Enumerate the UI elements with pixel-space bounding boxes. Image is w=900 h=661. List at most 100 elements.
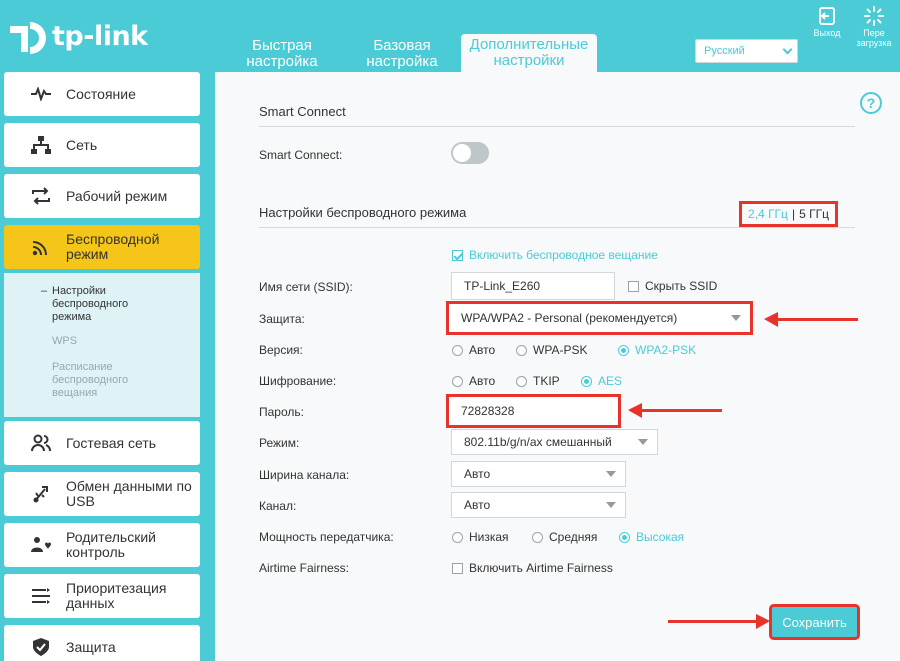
main-panel: ? Smart Connect Smart Connect: Настройки…	[215, 72, 900, 661]
language-value: Русский	[704, 45, 745, 57]
header: tp-link Быстрая настройка Базовая настро…	[0, 0, 900, 72]
sidebar-item-label: Гостевая сеть	[66, 434, 157, 451]
radio-dot	[581, 375, 592, 387]
logout-icon	[819, 7, 835, 25]
tx-power-option-low[interactable]: Низкая	[452, 530, 532, 544]
encryption-radio-group: Авто TKIP AES	[452, 374, 622, 388]
radio-dot	[452, 531, 463, 543]
sidebar-item-operation-mode[interactable]: Рабочий режим	[4, 174, 200, 218]
sidebar-item-label: Сеть	[66, 136, 98, 153]
tab-basic[interactable]: Базовая настройка	[352, 36, 452, 72]
help-icon[interactable]: ?	[860, 92, 882, 114]
encryption-option-aes[interactable]: AES	[581, 374, 622, 388]
channel-width-select[interactable]: Авто	[451, 461, 626, 487]
hide-ssid-checkbox[interactable]: Скрыть SSID	[628, 279, 717, 293]
sidebar-item-label: Обмен данными по USB	[66, 478, 192, 509]
section-divider	[259, 126, 855, 127]
radio-dot	[532, 531, 543, 543]
annotation-arrow-save	[668, 614, 770, 629]
band-24ghz-tab[interactable]: 2,4 ГГц	[748, 207, 788, 221]
tx-power-option-medium[interactable]: Средняя	[532, 530, 619, 544]
logout-label: Выход	[813, 28, 841, 38]
shield-icon	[30, 636, 52, 658]
security-label: Защита:	[259, 312, 305, 326]
radio-label: TKIP	[533, 374, 560, 388]
dropdown-arrow-icon	[731, 315, 741, 321]
sidebar-item-usb[interactable]: Обмен данными по USB	[4, 472, 200, 516]
tp-link-logo[interactable]: tp-link	[6, 16, 156, 56]
airtime-fairness-checkbox[interactable]: Включить Airtime Fairness	[452, 561, 613, 575]
encryption-option-auto[interactable]: Авто	[452, 374, 516, 388]
submenu-wps[interactable]: WPS	[52, 335, 77, 348]
encryption-option-tkip[interactable]: TKIP	[516, 374, 581, 388]
version-label: Версия:	[259, 343, 303, 357]
password-input[interactable]: 72828328	[446, 394, 621, 428]
airtime-option-label: Включить Airtime Fairness	[469, 561, 613, 575]
tx-power-option-high[interactable]: Высокая	[619, 530, 684, 544]
sidebar-item-wireless[interactable]: Беспроводной режим	[4, 225, 200, 269]
ssid-label: Имя сети (SSID):	[259, 280, 353, 294]
dropdown-arrow-icon	[606, 471, 616, 477]
priority-icon	[30, 585, 52, 607]
hide-ssid-label: Скрыть SSID	[645, 279, 718, 293]
smart-connect-label: Smart Connect:	[259, 148, 343, 162]
save-button[interactable]: Сохранить	[772, 607, 857, 637]
guests-icon	[30, 432, 52, 454]
mode-switch-icon	[30, 185, 52, 207]
wireless-submenu: Настройки беспроводного режима WPS Распи…	[4, 273, 200, 417]
wifi-icon	[30, 236, 52, 258]
annotation-arrow-security	[764, 312, 858, 327]
sidebar-item-security[interactable]: Защита	[4, 625, 200, 661]
version-radio-group: Авто WPA-PSK WPA2-PSK	[452, 343, 696, 357]
version-option-wpa2-psk[interactable]: WPA2-PSK	[618, 343, 696, 357]
channel-width-value: Авто	[464, 467, 491, 481]
radio-label: Низкая	[469, 530, 509, 544]
parental-icon	[30, 534, 52, 556]
pulse-icon	[30, 83, 52, 105]
smart-connect-toggle[interactable]	[451, 142, 489, 164]
wireless-settings-title: Настройки беспроводного режима	[259, 205, 467, 220]
channel-label: Канал:	[259, 499, 297, 513]
sidebar-item-label: Приоритезация данных	[66, 580, 167, 611]
security-value: WPA/WPA2 - Personal (рекомендуется)	[461, 311, 678, 325]
channel-select[interactable]: Авто	[451, 492, 626, 518]
dropdown-arrow-icon	[606, 502, 616, 508]
security-select[interactable]: WPA/WPA2 - Personal (рекомендуется)	[446, 301, 753, 335]
language-select[interactable]: Русский	[695, 39, 798, 63]
reboot-icon	[864, 6, 884, 26]
reboot-button[interactable]: Пере загрузка	[852, 6, 896, 48]
radio-dot	[516, 375, 527, 387]
logout-button[interactable]: Выход	[805, 6, 849, 38]
airtime-label: Airtime Fairness:	[259, 561, 350, 575]
toggle-knob	[453, 144, 471, 162]
submenu-wireless-settings[interactable]: Настройки беспроводного режима	[41, 285, 162, 324]
chevron-down-icon	[782, 44, 793, 55]
sidebar-item-status[interactable]: Состояние	[4, 72, 200, 116]
enable-broadcast-checkbox[interactable]: Включить беспроводное вещание	[452, 248, 658, 262]
sidebar-item-network[interactable]: Сеть	[4, 123, 200, 167]
tab-advanced[interactable]: Дополнительные настройки	[461, 34, 597, 72]
sidebar-item-qos[interactable]: Приоритезация данных	[4, 574, 200, 618]
radio-label: Средняя	[549, 530, 598, 544]
radio-label: Авто	[469, 343, 496, 357]
ssid-input[interactable]: TP-Link_E260	[451, 272, 615, 300]
channel-width-label: Ширина канала:	[259, 468, 350, 482]
version-option-auto[interactable]: Авто	[452, 343, 516, 357]
radio-dot	[516, 344, 527, 356]
sidebar: Состояние Сеть Рабочий режим Беспроводно…	[0, 72, 208, 661]
band-separator: |	[791, 207, 796, 221]
network-icon	[30, 134, 52, 156]
version-option-wpa-psk[interactable]: WPA-PSK	[516, 343, 618, 357]
submenu-wireless-schedule[interactable]: Расписание беспроводного вещания	[52, 361, 162, 400]
mode-value: 802.11b/g/n/ax смешанный	[464, 435, 612, 449]
band-5ghz-tab[interactable]: 5 ГГц	[799, 207, 829, 221]
radio-label: WPA-PSK	[533, 343, 588, 357]
sidebar-item-guest-network[interactable]: Гостевая сеть	[4, 421, 200, 465]
password-label: Пароль:	[259, 405, 304, 419]
enable-broadcast-label: Включить беспроводное вещание	[469, 248, 658, 262]
sidebar-item-parental-control[interactable]: Родительский контроль	[4, 523, 200, 567]
band-switcher: 2,4 ГГц | 5 ГГц	[739, 201, 838, 227]
mode-select[interactable]: 802.11b/g/n/ax смешанный	[451, 429, 658, 455]
tab-quick-setup[interactable]: Быстрая настройка	[222, 36, 342, 72]
radio-dot	[452, 375, 463, 387]
